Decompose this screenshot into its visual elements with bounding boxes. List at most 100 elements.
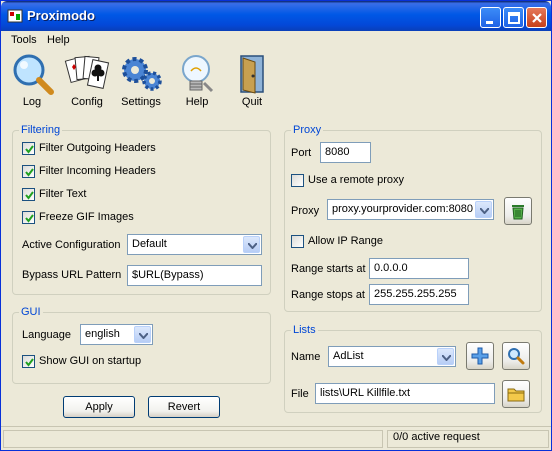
gears-icon bbox=[122, 57, 162, 91]
port-label: Port bbox=[291, 147, 312, 159]
show-gui-startup-checkbox[interactable]: Show GUI on startup bbox=[22, 355, 222, 369]
revert-button[interactable]: Revert bbox=[148, 396, 220, 418]
maximize-button[interactable] bbox=[503, 7, 524, 28]
app-icon bbox=[7, 9, 23, 23]
config-tool-button[interactable]: Config bbox=[63, 53, 111, 115]
list-file-input[interactable]: lists\URL Killfile.txt bbox=[315, 383, 495, 404]
folder-icon bbox=[507, 388, 525, 402]
proxy-select[interactable]: proxy.yourprovider.com:8080 bbox=[327, 199, 494, 220]
active-config-select[interactable]: Default bbox=[127, 234, 262, 255]
quit-tool-button[interactable]: Quit bbox=[228, 53, 276, 115]
menu-bar: Tools Help bbox=[1, 31, 551, 50]
list-name-value: AdList bbox=[333, 350, 364, 362]
list-name-label: Name bbox=[291, 351, 321, 363]
proxy-value: proxy.yourprovider.com:8080 bbox=[332, 203, 474, 215]
use-remote-proxy-label: Use a remote proxy bbox=[308, 174, 404, 186]
proxy-legend: Proxy bbox=[291, 124, 324, 136]
door-icon bbox=[240, 55, 264, 94]
checkbox-box[interactable] bbox=[22, 142, 35, 155]
language-select[interactable]: english bbox=[80, 324, 153, 345]
config-label: Config bbox=[71, 96, 103, 108]
proxy-group: Proxy Port 8080 Use a remote proxy Proxy… bbox=[284, 124, 542, 312]
freeze-gif-checkbox[interactable]: Freeze GIF Images bbox=[22, 211, 222, 225]
status-pane-main bbox=[3, 430, 383, 448]
filtering-legend: Filtering bbox=[19, 124, 63, 136]
help-tool-button[interactable]: Help bbox=[173, 53, 221, 115]
active-requests-status: 0/0 active request bbox=[393, 431, 480, 443]
checkbox-box[interactable] bbox=[22, 165, 35, 178]
checkbox-box[interactable] bbox=[22, 188, 35, 201]
checkbox-box[interactable] bbox=[291, 174, 304, 187]
menu-help[interactable]: Help bbox=[47, 34, 70, 46]
browse-file-button[interactable] bbox=[502, 380, 530, 408]
apply-button[interactable]: Apply bbox=[63, 396, 135, 418]
minimize-button[interactable] bbox=[480, 7, 501, 28]
plus-icon bbox=[471, 347, 489, 365]
list-name-select[interactable]: AdList bbox=[328, 346, 456, 367]
proxy-label: Proxy bbox=[291, 205, 320, 217]
active-config-value: Default bbox=[132, 238, 167, 250]
check-icon bbox=[25, 214, 34, 223]
check-icon bbox=[25, 168, 34, 177]
log-tool-button[interactable]: Log bbox=[8, 53, 56, 115]
help-label: Help bbox=[185, 96, 209, 108]
delete-proxy-button[interactable] bbox=[504, 197, 532, 225]
title-bar[interactable]: Proximodo bbox=[1, 1, 551, 31]
filter-text-checkbox[interactable]: Filter Text bbox=[22, 188, 222, 202]
language-dropdown-button[interactable] bbox=[134, 326, 151, 343]
close-button[interactable] bbox=[526, 7, 547, 28]
check-icon bbox=[25, 191, 34, 200]
minimize-icon bbox=[486, 21, 493, 24]
active-config-dropdown-button[interactable] bbox=[243, 236, 260, 253]
show-gui-startup-label: Show GUI on startup bbox=[39, 355, 142, 367]
settings-tool-button[interactable]: Settings bbox=[117, 53, 165, 115]
filtering-group: Filtering Filter Outgoing Headers Filter… bbox=[12, 124, 271, 295]
lightbulb-icon bbox=[182, 55, 214, 93]
gui-legend: GUI bbox=[19, 306, 43, 318]
magnifier-icon bbox=[508, 348, 525, 365]
log-label: Log bbox=[22, 96, 42, 108]
port-input[interactable]: 8080 bbox=[320, 142, 371, 163]
range-start-input[interactable]: 0.0.0.0 bbox=[369, 258, 469, 279]
allow-ip-range-label: Allow IP Range bbox=[308, 235, 384, 247]
list-name-dropdown-button[interactable] bbox=[437, 348, 454, 365]
allow-ip-range-checkbox[interactable]: Allow IP Range bbox=[291, 235, 491, 249]
playing-cards-icon bbox=[64, 55, 110, 89]
filter-outgoing-checkbox[interactable]: Filter Outgoing Headers bbox=[22, 142, 222, 156]
check-icon bbox=[25, 145, 34, 154]
bypass-url-label: Bypass URL Pattern bbox=[22, 269, 122, 281]
close-icon bbox=[532, 13, 542, 23]
filter-outgoing-label: Filter Outgoing Headers bbox=[39, 142, 156, 154]
chevron-down-icon bbox=[442, 355, 451, 361]
checkbox-box[interactable] bbox=[22, 211, 35, 224]
magnifier-icon bbox=[13, 54, 54, 95]
check-icon bbox=[25, 358, 34, 367]
gui-group: GUI Language english Show GUI on startup bbox=[12, 306, 271, 384]
quit-label: Quit bbox=[241, 96, 263, 108]
trash-can-icon bbox=[512, 205, 524, 220]
lists-group: Lists Name AdList File lists\URL Killfil… bbox=[284, 324, 542, 413]
toolbar: Log Config Settings Help Quit bbox=[1, 50, 551, 116]
proxy-dropdown-button[interactable] bbox=[475, 201, 492, 218]
language-value: english bbox=[85, 328, 120, 340]
maximize-icon bbox=[508, 12, 520, 24]
range-stop-input[interactable]: 255.255.255.255 bbox=[369, 284, 469, 305]
bypass-url-input[interactable]: $URL(Bypass) bbox=[127, 265, 262, 286]
language-label: Language bbox=[22, 329, 71, 341]
chevron-down-icon bbox=[139, 333, 148, 339]
lists-legend: Lists bbox=[291, 324, 318, 336]
filter-text-label: Filter Text bbox=[39, 188, 87, 200]
checkbox-box[interactable] bbox=[291, 235, 304, 248]
app-window: Proximodo Tools Help Log Config Settings… bbox=[0, 0, 552, 451]
list-file-label: File bbox=[291, 388, 309, 400]
filter-incoming-checkbox[interactable]: Filter Incoming Headers bbox=[22, 165, 222, 179]
range-stop-label: Range stops at bbox=[291, 289, 365, 301]
freeze-gif-label: Freeze GIF Images bbox=[39, 211, 134, 223]
search-list-button[interactable] bbox=[502, 342, 530, 370]
use-remote-proxy-checkbox[interactable]: Use a remote proxy bbox=[291, 174, 491, 188]
window-title: Proximodo bbox=[27, 8, 95, 23]
checkbox-box[interactable] bbox=[22, 355, 35, 368]
add-list-button[interactable] bbox=[466, 342, 494, 370]
settings-label: Settings bbox=[121, 96, 161, 108]
menu-tools[interactable]: Tools bbox=[11, 34, 37, 46]
